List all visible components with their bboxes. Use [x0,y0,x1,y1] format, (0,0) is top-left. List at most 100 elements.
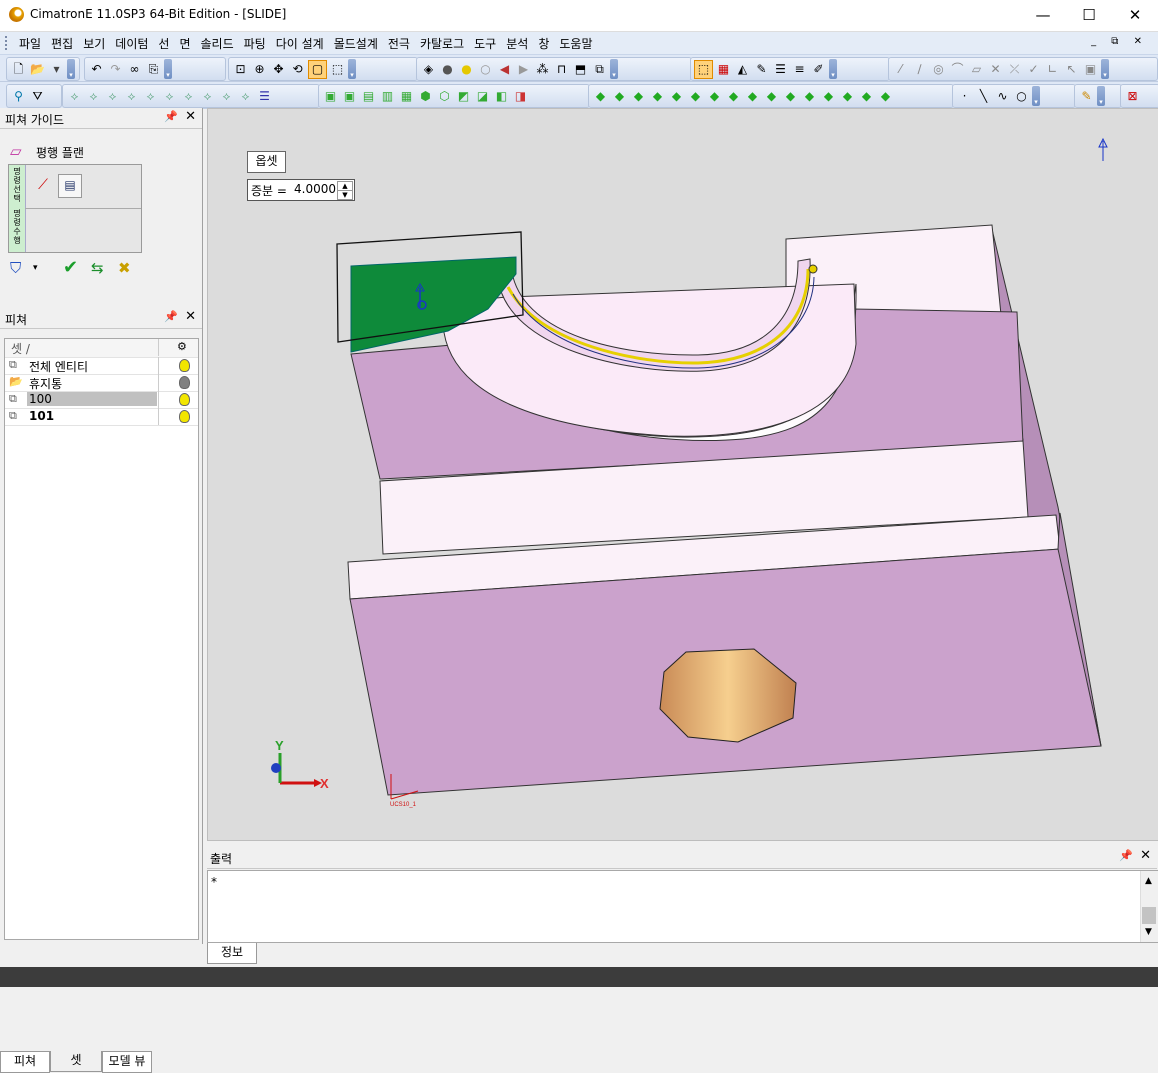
menu-item-14[interactable]: 창 [533,35,554,52]
menu-item-12[interactable]: 도구 [469,35,501,52]
face-tool-4-icon[interactable]: ▥ [379,88,396,105]
line-weight-icon[interactable]: ≡ [791,61,808,78]
export-icon[interactable]: ⊠ [1124,88,1141,105]
toolbar-chevron-icon[interactable]: ▾ [67,59,75,79]
curve-tool-7-icon[interactable]: ⟡ [180,88,197,105]
menu-item-13[interactable]: 분석 [501,35,533,52]
glasses-icon[interactable]: ∞ [126,61,143,78]
axis-icon[interactable]: ∟ [1044,61,1061,78]
set-label[interactable]: 101 [29,409,54,423]
minimize-button[interactable]: — [1020,0,1066,31]
model-view[interactable]: X Y UCS10_1 [208,109,1158,840]
menu-item-6[interactable]: 솔리드 [196,35,239,52]
toolbar-chevron-icon[interactable]: ▾ [829,59,837,79]
menu-item-11[interactable]: 카탈로그 [415,35,469,52]
menubar-grip[interactable] [5,36,10,50]
bulb-off-icon[interactable]: ○ [477,61,494,78]
spline-icon[interactable]: ∿ [994,88,1011,105]
color-grid-icon[interactable]: ▦ [715,61,732,78]
menu-item-8[interactable]: 다이 설계 [271,35,329,52]
scroll-down-icon[interactable]: ▼ [1145,927,1152,937]
increment-value[interactable]: 4.0000 [294,182,336,196]
select-mode-icon[interactable]: ⬚ [694,59,713,79]
menu-item-15[interactable]: 도움말 [554,35,597,52]
solid-tool-13-icon[interactable]: ◆ [820,88,837,105]
apply-icon[interactable]: ⇆ [91,259,104,277]
curve-tool-9-icon[interactable]: ⟡ [218,88,235,105]
diagonal-line-icon[interactable]: ╲ [975,88,992,105]
column-set-header[interactable]: 셋 / [11,340,30,357]
paint-bucket-icon[interactable]: ◭ [734,61,751,78]
set-label[interactable]: 100 [27,392,157,406]
graphics-viewport[interactable]: X Y UCS10_1 [207,108,1158,841]
solid-tool-7-icon[interactable]: ◆ [706,88,723,105]
curve-tool-2-icon[interactable]: ⟡ [85,88,102,105]
solid-tool-8-icon[interactable]: ◆ [725,88,742,105]
curve-tool-5-icon[interactable]: ⟡ [142,88,159,105]
filter-icon[interactable]: ⛛ [29,88,46,105]
toolbar-chevron-icon[interactable]: ▾ [1101,59,1109,79]
options-icon[interactable]: ⛉ [10,259,21,277]
solid-tool-6-icon[interactable]: ◆ [687,88,704,105]
box-icon[interactable]: ⬒ [572,61,589,78]
solid-tool-5-icon[interactable]: ◆ [668,88,685,105]
pan-icon[interactable]: ✥ [270,61,287,78]
face-tool-9-icon[interactable]: ◪ [474,88,491,105]
close-button[interactable]: ✕ [1112,0,1158,31]
curve-tool-6-icon[interactable]: ⟡ [161,88,178,105]
menu-item-4[interactable]: 선 [153,35,174,52]
redo-icon[interactable]: ↷ [107,61,124,78]
tab-output-0[interactable]: 정보 [207,943,257,964]
pointer-icon[interactable]: ↖ [1063,61,1080,78]
point-icon[interactable]: · [956,88,973,105]
shaded-view-icon[interactable]: ▢ [308,59,327,79]
pick-icon[interactable]: ⚲ [10,88,27,105]
solid-tool-9-icon[interactable]: ◆ [744,88,761,105]
face-tool-5-icon[interactable]: ▦ [398,88,415,105]
visibility-bulb-icon[interactable] [179,410,190,423]
toolbar-chevron-icon[interactable]: ▾ [1097,86,1105,106]
face-tool-3-icon[interactable]: ▤ [360,88,377,105]
offset-increment-field[interactable]: 증분 = 4.0000 ▲ ▼ [247,179,355,201]
check-line-icon[interactable]: ✓ [1025,61,1042,78]
brush-icon[interactable]: ✐ [810,61,827,78]
assembly-icon[interactable]: ⁂ [534,61,551,78]
curve-tool-1-icon[interactable]: ⟡ [66,88,83,105]
curve-tool-3-icon[interactable]: ⟡ [104,88,121,105]
toolbar-chevron-icon[interactable]: ▾ [1032,86,1040,106]
open-folder-icon[interactable]: 📂 [29,61,46,78]
bulb-on-icon[interactable]: ● [439,61,456,78]
close-icon[interactable]: ✕ [1140,848,1151,863]
pick-entity-icon[interactable]: ⟋ [33,177,53,197]
set-label[interactable]: 전체 엔티티 [29,358,88,375]
face-tool-11-icon[interactable]: ◨ [512,88,529,105]
pin-icon[interactable]: 📌 [164,310,178,323]
menu-item-0[interactable]: 파일 [14,35,46,52]
face-tool-8-icon[interactable]: ◩ [455,88,472,105]
visibility-column-icon[interactable]: ⚙ [177,340,187,353]
dropdown-chevron-icon[interactable]: ▾ [33,263,38,273]
menu-item-2[interactable]: 보기 [78,35,110,52]
line-style-icon[interactable]: ☰ [772,61,789,78]
undo-icon[interactable]: ↶ [88,61,105,78]
zoom-all-icon[interactable]: ⊡ [232,61,249,78]
view-cube-icon[interactable]: ⬚ [329,61,346,78]
menu-item-5[interactable]: 면 [174,35,195,52]
mdi-window-controls[interactable]: _ ⧉ ✕ [1091,36,1148,47]
line-angle-icon[interactable]: ∕ [911,61,928,78]
trim-icon[interactable]: ⤫ [1006,61,1023,78]
menu-item-7[interactable]: 파팅 [239,35,271,52]
face-tool-1-icon[interactable]: ▣ [322,88,339,105]
spin-down-icon[interactable]: ▼ [337,190,353,200]
curve-list-icon[interactable]: ☰ [256,88,273,105]
solid-tool-2-icon[interactable]: ◆ [611,88,628,105]
visibility-bulb-icon[interactable] [179,376,190,389]
copy-icon[interactable]: ⧉ [591,61,608,78]
solid-tool-14-icon[interactable]: ◆ [839,88,856,105]
solid-tool-15-icon[interactable]: ◆ [858,88,875,105]
ok-check-icon[interactable]: ✔ [63,257,78,278]
cancel-icon[interactable]: ✖ [118,259,131,277]
pen-icon[interactable]: ✎ [753,61,770,78]
sketcher-icon[interactable]: ✎ [1078,88,1095,105]
solid-tool-11-icon[interactable]: ◆ [782,88,799,105]
